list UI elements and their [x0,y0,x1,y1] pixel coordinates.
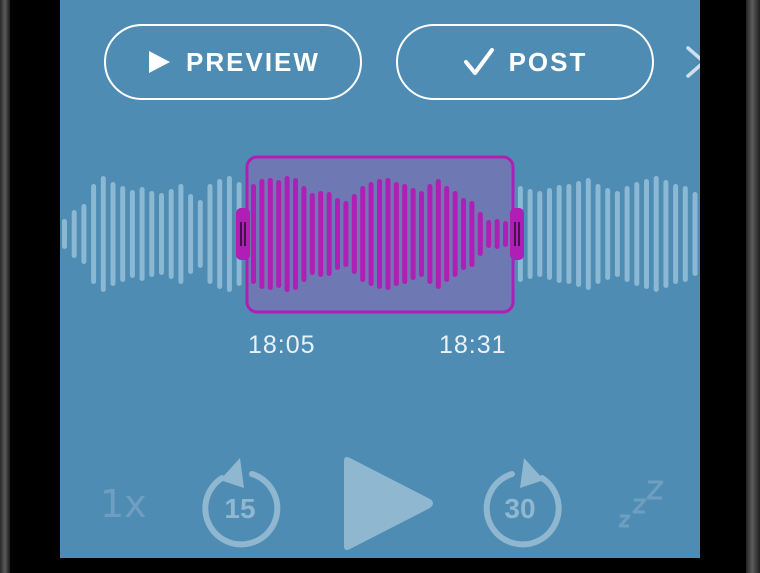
selection-waveform-bar [368,182,374,286]
selection-waveform-bar [267,178,273,290]
selection-waveform-bar [402,184,408,284]
waveform-bar [556,185,562,283]
waveform-bar [178,184,184,284]
waveform-bar [188,194,194,274]
selection-waveform-bar [435,179,441,289]
selection-waveform-bar [419,191,424,277]
waveform-bar [120,186,126,282]
checkmark-icon [463,47,495,77]
waveform-bar [547,188,552,280]
waveform-bar [139,187,145,281]
selection-start-handle[interactable] [236,208,250,260]
selection-waveform-bar [385,178,391,290]
waveform-bar [673,184,679,284]
selection-waveform-bar [326,192,332,276]
waveform-bar [644,179,649,289]
selection-waveform-bar [276,180,282,288]
waveform-bar [159,193,164,275]
waveform-bar [62,219,67,249]
selection-waveform-bar [427,184,433,284]
selection-waveform-bar [477,212,483,256]
selection-waveform-bar [452,191,458,277]
play-icon [146,49,172,75]
waveform-bar [110,182,116,286]
preview-label: PREVIEW [186,46,320,77]
waveform-bar [129,190,135,278]
waveform-bar [585,178,591,290]
waveform-bar [527,189,533,279]
skip-back-icon[interactable]: 15 [196,452,288,548]
waveform-bar [168,189,174,279]
selection-waveform-bar [486,220,492,248]
selection-waveform-bar [351,194,357,274]
waveform-bar [197,200,203,268]
play-large-icon[interactable] [336,455,438,555]
sleep-timer-icon[interactable] [612,474,668,532]
selection-waveform-bar [284,176,290,292]
waveform-bar [692,192,698,276]
selection-waveform-bar [360,186,366,282]
waveform-bar [605,188,611,280]
skip-back-label: 15 [224,493,255,524]
selection-waveform-bar [410,188,416,280]
waveform-bar [217,179,223,289]
post-button[interactable]: POST [396,24,654,100]
waveform-bar [624,186,630,282]
waveform-bar [595,184,601,284]
selection-waveform-bar [469,201,475,267]
waveform-bar [653,176,659,292]
waveform-bar [566,184,572,284]
selection-waveform-bar [461,198,466,270]
preview-button[interactable]: PREVIEW [104,24,362,100]
selection-waveform-bar [444,186,450,282]
selection-waveform-bar [309,193,315,275]
waveform-bar [207,184,213,284]
selection-waveform-bar [293,178,298,290]
skip-forward-icon[interactable]: 30 [476,452,568,548]
waveform-bar [537,191,543,277]
waveform-bar [149,191,155,277]
skip-forward-label: 30 [504,493,535,524]
selection-waveform-bar [335,198,340,270]
selection-waveform-bar [259,179,265,289]
waveform-bar [81,204,87,264]
selection-waveform-bar [318,191,324,277]
waveform-bar [663,180,669,288]
selection-waveform-bar [503,221,508,247]
waveform-bar [100,176,106,292]
selection-waveform-bar [494,219,500,249]
waveform-bar [634,182,640,286]
playback-speed-button[interactable]: 1x [100,482,147,526]
selection-end-handle[interactable] [510,208,524,260]
waveform-bar [614,191,620,277]
selection-waveform-bar [343,201,349,267]
waveform-bar [682,186,688,282]
waveform-bar [91,184,97,284]
selection-waveform-bar [377,179,382,289]
selection-waveform-bar [393,182,399,286]
chevron-right-icon[interactable] [684,44,700,80]
selection-waveform-bar [251,184,256,284]
waveform-bar [226,176,232,292]
waveform-bar [71,210,77,258]
selection-end-time: 18:31 [439,331,507,359]
selection-waveform-bar [301,186,307,282]
waveform-bar [576,181,582,287]
post-label: POST [508,46,588,77]
selection-start-time: 18:05 [248,331,316,359]
